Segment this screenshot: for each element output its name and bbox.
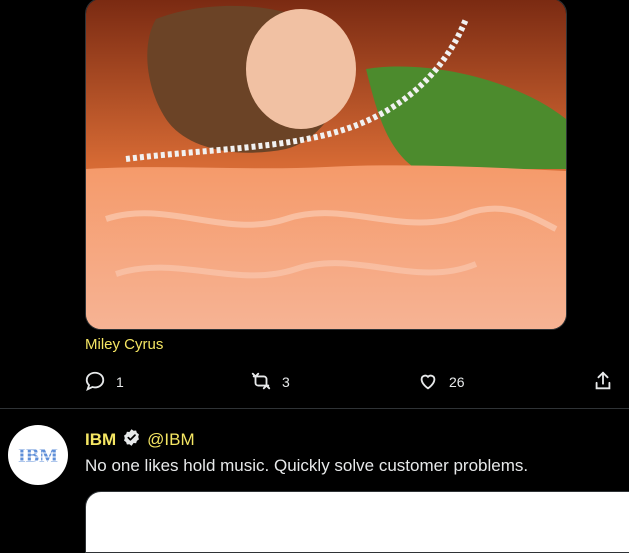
share-icon [592,370,614,395]
photo-illustration [86,0,566,329]
share-button[interactable] [592,366,614,398]
tweet-header: IBM @IBM [85,428,195,452]
tweet-card-preview[interactable] [85,491,629,553]
retweet-icon [250,370,272,395]
tweet-text: No one likes hold music. Quickly solve c… [85,456,529,475]
like-count: 26 [449,374,465,390]
verified-badge-icon [122,428,141,452]
tweet-actions: 1 3 26 [0,366,629,398]
media-caption[interactable]: Miley Cyrus [85,336,163,353]
reply-icon [84,370,106,395]
reply-count: 1 [116,374,124,390]
retweet-button[interactable]: 3 [250,366,290,398]
tweet-divider [0,408,629,409]
user-handle[interactable]: @IBM [147,430,194,450]
tweet-media-image[interactable] [85,0,567,330]
ibm-logo: IBM [14,445,62,466]
like-button[interactable]: 26 [417,366,465,398]
retweet-count: 3 [282,374,290,390]
heart-icon [417,370,439,395]
avatar[interactable]: IBM [8,425,68,485]
reply-button[interactable]: 1 [84,366,124,398]
ibm-logo-text: IBM [18,445,58,466]
display-name[interactable]: IBM [85,430,116,450]
